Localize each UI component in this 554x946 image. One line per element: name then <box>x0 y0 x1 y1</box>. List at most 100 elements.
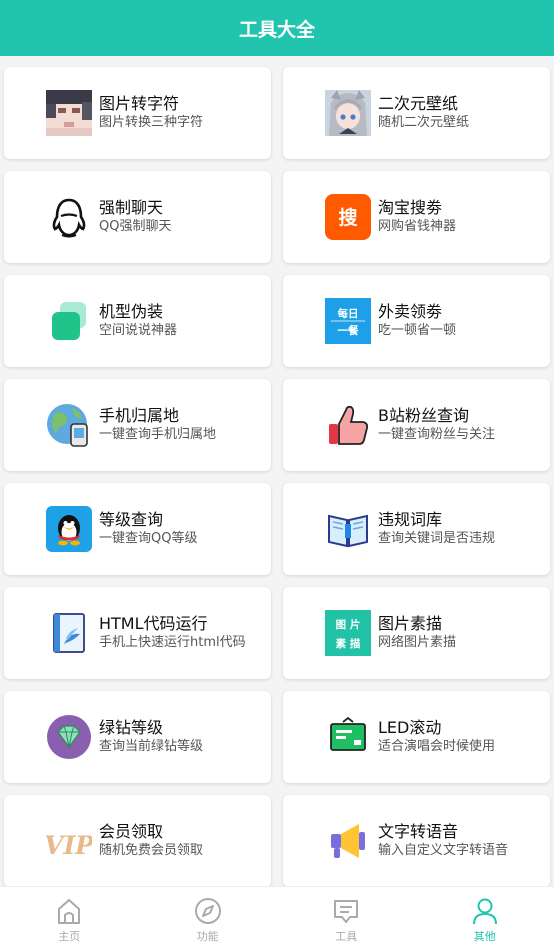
tool-card-text: 文字转语音输入自定义文字转语音 <box>378 822 508 860</box>
tool-title: 图片转字符 <box>99 94 180 113</box>
tool-description: 一键查询手机归属地 <box>99 427 217 442</box>
anime-girl-icon <box>325 90 371 136</box>
tool-title: 手机归属地 <box>99 406 180 425</box>
tool-card[interactable]: 手机归属地一键查询手机归属地 <box>4 379 271 471</box>
tool-title: 外卖领劵 <box>378 302 443 321</box>
thumbs-up-icon <box>325 402 371 448</box>
tab-message[interactable]: 工具 <box>277 887 416 946</box>
tool-card[interactable]: 强制聊天 QQ强制聊天 <box>4 171 271 263</box>
tool-card[interactable]: 图片转字符图片转换三种字符 <box>4 67 271 159</box>
qq-penguin-icon <box>46 506 92 552</box>
tool-card-text: 外卖领劵吃一顿省一顿 <box>378 302 456 340</box>
tool-description: 网络图片素描 <box>378 635 457 650</box>
tool-description: 手机上快速运行html代码 <box>99 635 246 650</box>
tool-description: 一键查询QQ等级 <box>99 531 198 546</box>
tool-card-text: 会员领取随机免费会员领取 <box>99 822 203 860</box>
tab-home[interactable]: 主页 <box>0 887 139 946</box>
tool-description: 一键查询粉丝与关注 <box>378 427 496 442</box>
tool-card[interactable]: LED滚动适合演唱会时候使用 <box>283 691 550 783</box>
tool-description: 适合演唱会时候使用 <box>378 739 496 754</box>
tool-card[interactable]: 二次元壁纸随机二次元壁纸 <box>283 67 550 159</box>
tool-card-text: LED滚动适合演唱会时候使用 <box>378 718 495 756</box>
tool-title: LED滚动 <box>378 718 442 737</box>
page-title: 工具大全 <box>238 18 315 41</box>
tab-label: 其他 <box>473 930 496 943</box>
tool-title: 强制聊天 <box>99 198 164 217</box>
tool-description: 图片转换三种字符 <box>99 115 204 130</box>
tool-description: 空间说说神器 <box>99 323 178 338</box>
tool-title: 淘宝搜劵 <box>378 198 443 217</box>
tool-title: 二次元壁纸 <box>378 94 459 113</box>
tool-title: 机型伪装 <box>99 302 164 321</box>
tool-card[interactable]: VIP 会员领取 随机免费会员领取 <box>4 795 271 886</box>
tool-description: 查询当前绿钻等级 <box>99 739 204 754</box>
svg-text:每日: 每日 <box>338 307 359 320</box>
tool-card[interactable]: 文字转语音输入自定义文字转语音 <box>283 795 550 886</box>
picture-sketch-icon: 图 片 素 描 <box>325 610 371 656</box>
tool-card[interactable]: 等级查询一键查询QQ等级 <box>4 483 271 575</box>
bottom-tab-bar: 主页 功能 工具 其他 <box>0 886 554 946</box>
tool-card[interactable]: 绿钻等级查询当前绿钻等级 <box>4 691 271 783</box>
tool-card-text: 图片素描网络图片素描 <box>378 614 456 652</box>
tool-card[interactable]: 搜淘宝搜劵 网购省钱神器 <box>283 171 550 263</box>
compass-icon <box>193 896 223 926</box>
taobao-search-icon: 搜 <box>325 194 371 240</box>
tool-card[interactable]: 图 片 素 描图片素描 网络图片素描 <box>283 587 550 679</box>
tool-title: HTML代码运行 <box>99 614 208 633</box>
person-icon <box>470 896 500 926</box>
tool-title: 图片素描 <box>378 614 443 633</box>
tool-card[interactable]: B站粉丝查询一键查询粉丝与关注 <box>283 379 550 471</box>
vip-icon: VIP <box>46 818 92 864</box>
megaphone-icon <box>325 818 371 864</box>
tool-card-text: 机型伪装空间说说神器 <box>99 302 177 340</box>
tool-card-text: HTML代码运行手机上快速运行html代码 <box>99 614 246 652</box>
tool-description: 网购省钱神器 <box>378 219 457 234</box>
tool-card[interactable]: 违规词库查询关键词是否违规 <box>283 483 550 575</box>
tool-card-text: 强制聊天 QQ强制聊天 <box>99 198 171 236</box>
tool-card[interactable]: HTML代码运行手机上快速运行html代码 <box>4 587 271 679</box>
tool-title: 绿钻等级 <box>99 718 164 737</box>
tool-card-text: 等级查询一键查询QQ等级 <box>99 510 197 548</box>
code-book-icon <box>46 610 92 656</box>
tab-compass[interactable]: 功能 <box>139 887 278 946</box>
svg-text:图 片: 图 片 <box>336 618 361 631</box>
tab-label: 功能 <box>196 930 219 943</box>
tool-description: QQ强制聊天 <box>99 219 172 234</box>
header-bar: 工具大全 <box>0 0 554 56</box>
device-layers-icon <box>46 298 92 344</box>
tool-title: 文字转语音 <box>378 822 459 841</box>
tool-title: 等级查询 <box>99 510 164 529</box>
globe-phone-icon <box>46 402 92 448</box>
led-board-icon <box>325 714 371 760</box>
tool-grid: 图片转字符 图片转换三种字符 二次元壁纸 随机二次元壁纸 强制聊天 QQ强制聊天 搜淘… <box>0 56 554 886</box>
tool-description: 吃一顿省一顿 <box>378 323 457 338</box>
tool-description: 随机二次元壁纸 <box>378 115 470 130</box>
tab-label: 主页 <box>58 930 81 943</box>
tool-title: B站粉丝查询 <box>378 406 469 425</box>
tool-description: 输入自定义文字转语音 <box>378 843 509 858</box>
tab-label: 工具 <box>335 930 358 943</box>
tool-card-text: B站粉丝查询一键查询粉丝与关注 <box>378 406 495 444</box>
green-diamond-icon <box>46 714 92 760</box>
penguin-outline-icon <box>46 194 92 240</box>
tool-card-text: 二次元壁纸随机二次元壁纸 <box>378 94 469 132</box>
tool-title: 违规词库 <box>378 510 443 529</box>
blurred-photo-icon <box>46 90 92 136</box>
tool-card-text: 绿钻等级查询当前绿钻等级 <box>99 718 203 756</box>
tool-card[interactable]: 每日 一餐 外卖领劵吃一顿省一顿 <box>283 275 550 367</box>
svg-text:VIP: VIP <box>46 831 92 860</box>
tool-description: 查询关键词是否违规 <box>378 531 496 546</box>
tool-title: 会员领取 <box>99 822 164 841</box>
tool-description: 随机免费会员领取 <box>99 843 204 858</box>
daily-meal-icon: 每日 一餐 <box>325 298 371 344</box>
home-icon <box>54 896 84 926</box>
tool-card-text: 图片转字符图片转换三种字符 <box>99 94 203 132</box>
tool-card[interactable]: 机型伪装空间说说神器 <box>4 275 271 367</box>
tool-card-text: 违规词库查询关键词是否违规 <box>378 510 495 548</box>
message-icon <box>331 896 361 926</box>
open-book-icon <box>325 506 371 552</box>
svg-text:搜: 搜 <box>338 206 358 229</box>
tool-card-text: 淘宝搜劵网购省钱神器 <box>378 198 456 236</box>
svg-text:素 描: 素 描 <box>335 637 361 650</box>
tab-person[interactable]: 其他 <box>416 887 554 946</box>
